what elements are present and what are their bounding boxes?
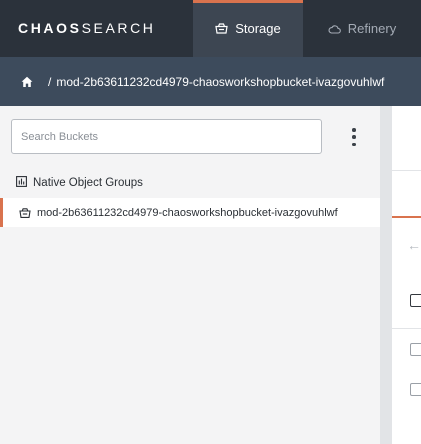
bucket-icon (19, 207, 31, 218)
kebab-dot (352, 135, 356, 139)
kebab-menu-icon[interactable] (347, 126, 361, 148)
storage-icon (215, 23, 228, 34)
kebab-dot (352, 128, 356, 132)
row-checkbox[interactable] (410, 383, 421, 396)
select-all-checkbox[interactable] (410, 294, 421, 307)
logo-text-light: SEARCH (81, 20, 156, 36)
tab-refinery[interactable]: Refinery (303, 0, 421, 57)
group-heading-label: Native Object Groups (33, 177, 143, 189)
home-icon[interactable] (21, 75, 35, 89)
bucket-name: mod-2b63611232cd4979-chaosworkshopbucket… (37, 206, 338, 219)
top-nav-bar: CHAOSSEARCH Storage Refinery (0, 0, 421, 57)
cloud-icon (328, 24, 341, 34)
search-box (11, 119, 322, 154)
breadcrumb-separator: / (48, 74, 52, 89)
breadcrumb: / mod-2b63611232cd4979-chaosworkshopbuck… (0, 57, 421, 106)
row-divider (392, 328, 421, 329)
panel-divider[interactable] (380, 106, 392, 444)
breadcrumb-current-bucket[interactable]: mod-2b63611232cd4979-chaosworkshopbucket… (56, 75, 384, 89)
chart-icon (16, 176, 27, 190)
kebab-dot (352, 142, 356, 146)
bucket-list-item[interactable]: mod-2b63611232cd4979-chaosworkshopbucket… (0, 198, 380, 227)
bucket-sidebar: Native Object Groups mod-2b63611232cd497… (0, 106, 380, 444)
main-tab-strip (392, 170, 421, 218)
tab-storage-label: Storage (235, 21, 281, 36)
logo-text-bold: CHAOS (18, 20, 82, 36)
row-checkbox[interactable] (410, 343, 421, 356)
back-arrow-icon[interactable]: ← (407, 237, 421, 253)
tab-storage[interactable]: Storage (193, 0, 303, 57)
native-object-groups-heading[interactable]: Native Object Groups (16, 176, 143, 190)
search-buckets-input[interactable] (12, 120, 321, 153)
main-panel: ← (392, 106, 421, 444)
tab-refinery-label: Refinery (347, 21, 397, 36)
chaossearch-logo[interactable]: CHAOSSEARCH (18, 20, 156, 36)
